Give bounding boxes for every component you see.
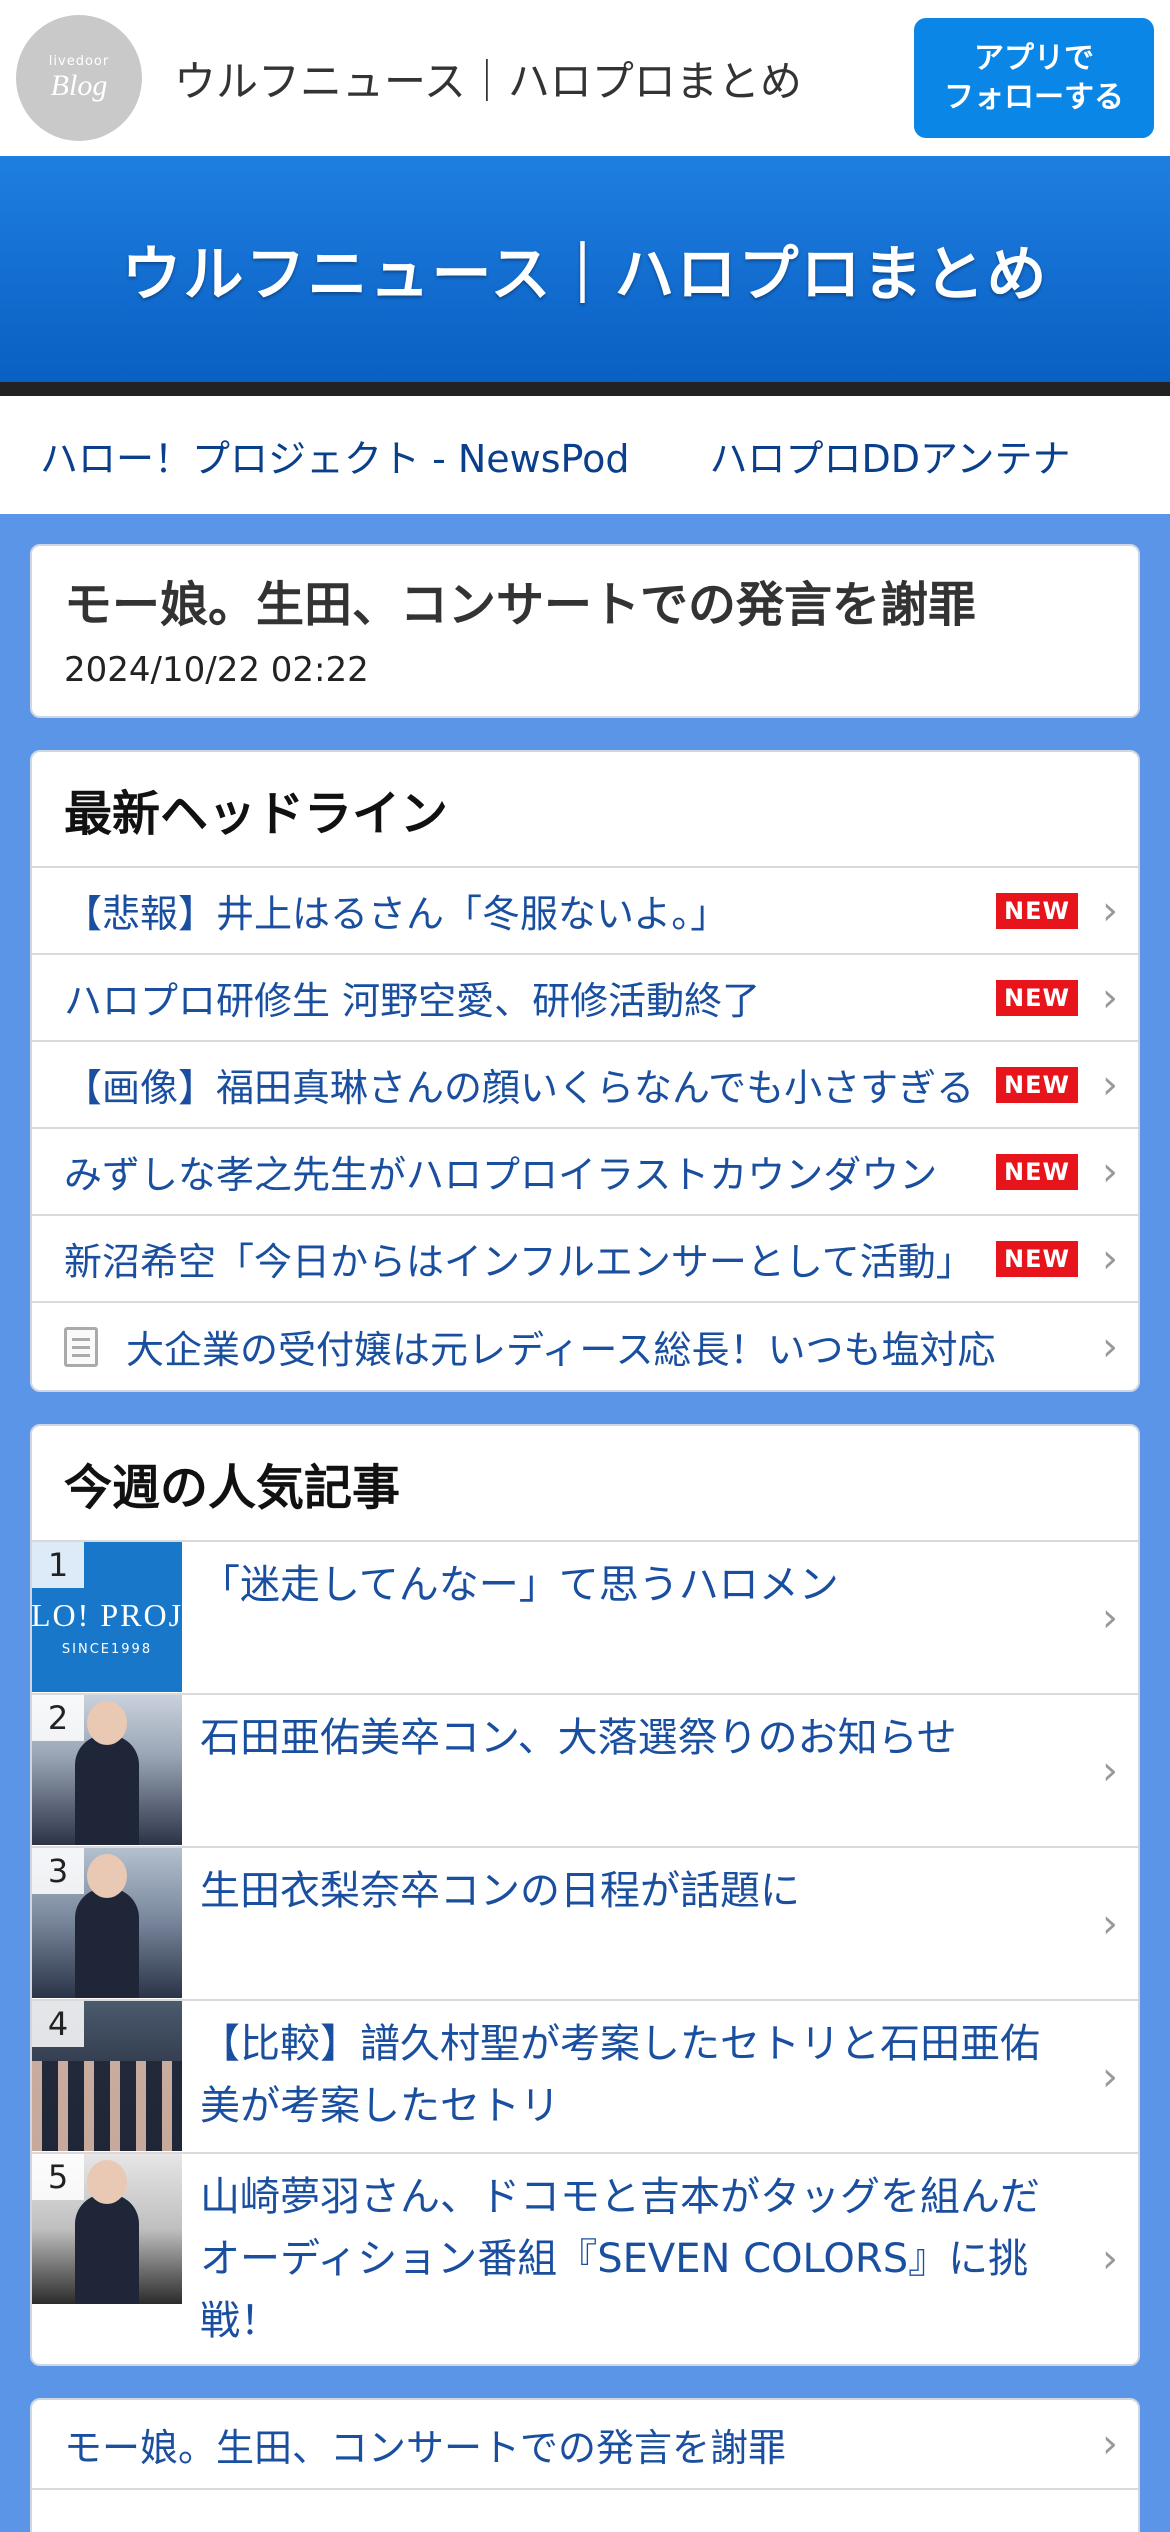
person-photo — [75, 1888, 139, 1999]
rank-number: 1 — [32, 1542, 84, 1589]
link-newspod[interactable]: ハロー！プロジェクト - NewsPod — [40, 428, 629, 483]
chevron-right-icon: › — [1102, 1061, 1118, 1108]
chevron-right-icon: › — [1102, 1900, 1118, 1947]
chevron-right-icon: › — [1102, 974, 1118, 1021]
site-name[interactable]: ウルフニュース｜ハロプロまとめ — [174, 48, 914, 109]
new-badge: NEW — [996, 1240, 1078, 1277]
logo-small-text: livedoor — [48, 53, 110, 69]
headline-text: ハロプロ研修生 河野空愛、研修活動終了 — [64, 979, 761, 1024]
person-photo — [75, 1735, 139, 1846]
chevron-right-icon: › — [1102, 2236, 1118, 2283]
rank-number: 4 — [32, 2001, 84, 2048]
related-articles-card: モー娘。生田、コンサートでの発言を謝罪 › — [30, 2398, 1140, 2532]
popular-item[interactable]: 5 山崎夢羽さん、ドコモと吉本がタッグを組んだオーディション番組『SEVEN C… — [32, 2154, 1138, 2364]
person-photo — [75, 2194, 139, 2305]
latest-headlines-card: 最新ヘッドライン 【悲報】井上はるさん「冬服ないよ。」 NEW › ハロプロ研修… — [30, 750, 1140, 1393]
rank-number: 3 — [32, 1848, 84, 1895]
blog-title[interactable]: ウルフニュース｜ハロプロまとめ — [122, 226, 1049, 313]
related-article-text: モー娘。生田、コンサートでの発言を謝罪 — [64, 2425, 787, 2470]
chevron-right-icon: › — [1102, 2053, 1118, 2100]
article-thumbnail: 2 — [32, 1695, 182, 1846]
top-bar: livedoor Blog ウルフニュース｜ハロプロまとめ アプリで フォローす… — [0, 0, 1170, 156]
logo-big-text: Blog — [50, 68, 108, 102]
group-photo — [32, 2061, 182, 2152]
article-thumbnail: 3 — [32, 1848, 182, 1999]
chevron-right-icon: › — [1102, 1235, 1118, 1282]
thumbnail-logo-subtext: SINCE1998 — [61, 1642, 153, 1658]
headline-text: 大企業の受付嬢は元レディース総長！いつも塩対応 — [126, 1328, 996, 1373]
popular-item[interactable]: 3 生田衣梨奈卒コンの日程が話題に › — [32, 1848, 1138, 2002]
chevron-right-icon: › — [1102, 887, 1118, 934]
main-content: モー娘。生田、コンサートでの発言を謝罪 2024/10/22 02:22 最新ヘ… — [0, 514, 1170, 2532]
headline-item[interactable]: 【画像】福田真琳さんの顔いくらなんでも小さすぎる NEW › — [32, 1042, 1138, 1130]
livedoor-blog-logo[interactable]: livedoor Blog — [16, 15, 142, 141]
follow-in-app-button[interactable]: アプリで フォローする — [914, 18, 1154, 138]
popular-item-title: 石田亜佑美卒コン、大落選祭りのお知らせ — [200, 1715, 957, 1762]
popular-item-title: 「迷走してんなー」て思うハロメン — [200, 1562, 839, 1609]
popular-item-title: 山崎夢羽さん、ドコモと吉本がタッグを組んだオーディション番組『SEVEN COL… — [200, 2174, 1040, 2345]
related-article-item[interactable]: モー娘。生田、コンサートでの発言を謝罪 › — [32, 2400, 1138, 2491]
new-badge: NEW — [996, 1153, 1078, 1190]
related-article-item[interactable] — [32, 2490, 1138, 2532]
headline-item[interactable]: 【悲報】井上はるさん「冬服ないよ。」 NEW › — [32, 868, 1138, 956]
popular-item[interactable]: 4 【比較】譜久村聖が考案したセトリと石田亜佑美が考案したセトリ › — [32, 2001, 1138, 2155]
article-date: 2024/10/22 02:22 — [64, 650, 369, 691]
weekly-popular-heading: 今週の人気記事 — [32, 1426, 1138, 1543]
headline-item[interactable]: 大企業の受付嬢は元レディース総長！いつも塩対応 › — [32, 1303, 1138, 1390]
new-badge: NEW — [996, 892, 1078, 929]
rank-number: 5 — [32, 2154, 84, 2201]
weekly-popular-card: 今週の人気記事 LO! PROJ SINCE1998 1 「迷走してんなー」て思… — [30, 1424, 1140, 2367]
chevron-right-icon: › — [1102, 1148, 1118, 1195]
thumbnail-logo-text: LO! PROJ — [32, 1597, 182, 1634]
rank-number: 2 — [32, 1695, 84, 1742]
popular-item-title: 生田衣梨奈卒コンの日程が話題に — [200, 1868, 800, 1915]
blog-header: ウルフニュース｜ハロプロまとめ — [0, 156, 1170, 396]
antenna-links: ハロー！プロジェクト - NewsPod ハロプロDDアンテナ — [0, 396, 1170, 514]
link-dd-antenna[interactable]: ハロプロDDアンテナ — [709, 428, 1070, 483]
headline-item[interactable]: 新沼希空「今日からはインフルエンサーとして活動」 NEW › — [32, 1216, 1138, 1304]
headline-text: 【悲報】井上はるさん「冬服ないよ。」 — [64, 892, 729, 937]
chevron-right-icon: › — [1102, 1594, 1118, 1641]
chevron-right-icon: › — [1102, 1747, 1118, 1794]
article-thumbnail: 4 — [32, 2001, 182, 2152]
article-title: モー娘。生田、コンサートでの発言を謝罪 — [64, 577, 977, 633]
new-badge: NEW — [996, 1066, 1078, 1103]
popular-item-title: 【比較】譜久村聖が考案したセトリと石田亜佑美が考案したセトリ — [200, 2021, 1040, 2130]
follow-button-line1: アプリで — [974, 41, 1094, 76]
popular-item[interactable]: 2 石田亜佑美卒コン、大落選祭りのお知らせ › — [32, 1695, 1138, 1849]
article-thumbnail: 5 — [32, 2154, 182, 2305]
latest-headlines-heading: 最新ヘッドライン — [32, 752, 1138, 869]
article-thumbnail: LO! PROJ SINCE1998 1 — [32, 1542, 182, 1693]
headline-text: 【画像】福田真琳さんの顔いくらなんでも小さすぎる — [64, 1066, 975, 1111]
headline-item[interactable]: みずしな孝之先生がハロプロイラストカウンダウン NEW › — [32, 1129, 1138, 1217]
chevron-right-icon: › — [1102, 1323, 1118, 1370]
headline-text: みずしな孝之先生がハロプロイラストカウンダウン — [64, 1153, 938, 1198]
follow-button-line2: フォローする — [944, 80, 1124, 115]
new-badge: NEW — [996, 979, 1078, 1016]
article-header-card: モー娘。生田、コンサートでの発言を謝罪 2024/10/22 02:22 — [30, 544, 1140, 719]
popular-item[interactable]: LO! PROJ SINCE1998 1 「迷走してんなー」て思うハロメン › — [32, 1542, 1138, 1696]
headline-item[interactable]: ハロプロ研修生 河野空愛、研修活動終了 NEW › — [32, 955, 1138, 1043]
headline-text: 新沼希空「今日からはインフルエンサーとして活動」 — [64, 1240, 974, 1285]
document-icon — [64, 1326, 98, 1367]
chevron-right-icon: › — [1102, 2421, 1118, 2468]
